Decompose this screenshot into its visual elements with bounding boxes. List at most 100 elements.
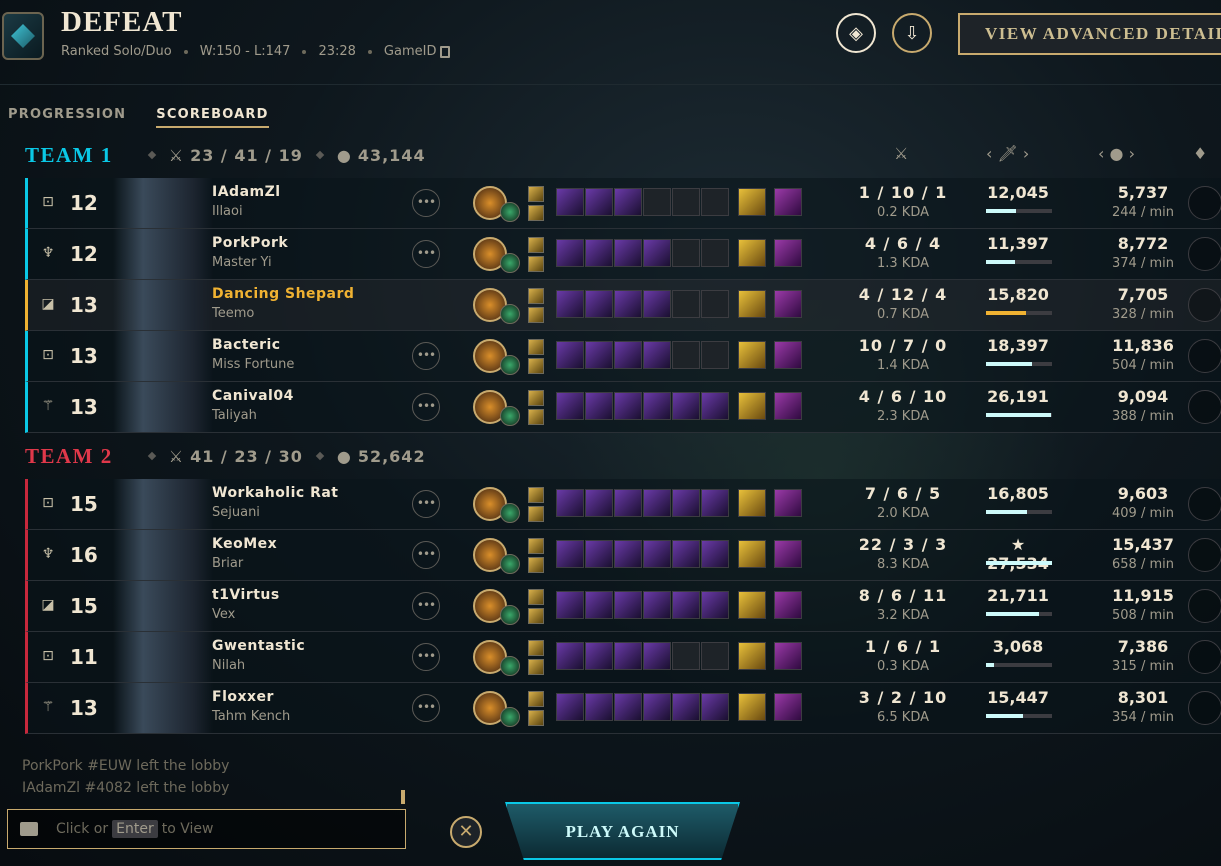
summoner-spell-icon[interactable] [528, 358, 544, 374]
game-id[interactable]: GameID [384, 44, 451, 59]
item-slot[interactable] [643, 489, 671, 517]
chevron-left-icon[interactable]: ‹ [986, 144, 992, 163]
item-slot[interactable] [614, 290, 642, 318]
summoner-name[interactable]: KeoMex [212, 536, 277, 552]
item-slot[interactable] [585, 341, 613, 369]
item-slot[interactable] [556, 693, 584, 721]
summoner-spell-icon[interactable] [528, 710, 544, 726]
view-advanced-details-button[interactable]: VIEW ADVANCED DETAILS [958, 13, 1221, 55]
item-slot[interactable] [672, 392, 700, 420]
item-slot[interactable] [643, 341, 671, 369]
item-slot[interactable] [643, 540, 671, 568]
summoner-spell-icon[interactable] [528, 205, 544, 221]
item-slot[interactable] [701, 341, 729, 369]
role-quest-item-icon[interactable] [774, 693, 802, 721]
item-slot[interactable] [556, 642, 584, 670]
role-quest-item-icon[interactable] [774, 290, 802, 318]
item-slot[interactable] [585, 693, 613, 721]
summoner-spell-icon[interactable] [528, 288, 544, 304]
item-slot[interactable] [614, 392, 642, 420]
chevron-right-icon[interactable]: › [1129, 144, 1135, 163]
more-options-button[interactable]: ••• [412, 342, 440, 370]
summoner-spell-icon[interactable] [528, 339, 544, 355]
trinket-icon[interactable] [738, 591, 766, 619]
item-slot[interactable] [585, 540, 613, 568]
secondary-rune-icon[interactable] [500, 554, 520, 574]
item-slot[interactable] [672, 591, 700, 619]
summoner-spell-icon[interactable] [528, 409, 544, 425]
item-slot[interactable] [614, 642, 642, 670]
item-slot[interactable] [556, 341, 584, 369]
secondary-rune-icon[interactable] [500, 707, 520, 727]
more-options-button[interactable]: ••• [412, 393, 440, 421]
summoner-spell-icon[interactable] [528, 307, 544, 323]
item-slot[interactable] [585, 392, 613, 420]
item-slot[interactable] [585, 489, 613, 517]
summoner-spell-icon[interactable] [528, 538, 544, 554]
item-slot[interactable] [672, 693, 700, 721]
honor-button[interactable] [1188, 339, 1221, 373]
item-slot[interactable] [672, 540, 700, 568]
summoner-spell-icon[interactable] [528, 557, 544, 573]
summoner-spell-icon[interactable] [528, 506, 544, 522]
item-slot[interactable] [672, 188, 700, 216]
item-slot[interactable] [643, 239, 671, 267]
item-slot[interactable] [614, 341, 642, 369]
tab-scoreboard[interactable]: SCOREBOARD [156, 107, 269, 128]
item-slot[interactable] [701, 188, 729, 216]
item-slot[interactable] [556, 540, 584, 568]
trinket-icon[interactable] [738, 392, 766, 420]
more-options-button[interactable]: ••• [412, 490, 440, 518]
item-slot[interactable] [556, 188, 584, 216]
secondary-rune-icon[interactable] [500, 202, 520, 222]
item-slot[interactable] [585, 642, 613, 670]
role-quest-item-icon[interactable] [774, 540, 802, 568]
item-slot[interactable] [614, 188, 642, 216]
role-quest-item-icon[interactable] [774, 489, 802, 517]
download-icon[interactable]: ⇩ [892, 13, 932, 53]
trinket-icon[interactable] [738, 290, 766, 318]
item-slot[interactable] [556, 290, 584, 318]
item-slot[interactable] [556, 489, 584, 517]
more-options-button[interactable]: ••• [412, 643, 440, 671]
chat-input[interactable]: Click or Enter to View [7, 809, 406, 849]
summoner-name[interactable]: Gwentastic [212, 638, 305, 654]
honor-button[interactable] [1188, 640, 1221, 674]
summoner-name[interactable]: Dancing Shepard [212, 286, 354, 302]
item-slot[interactable] [614, 239, 642, 267]
summoner-name[interactable]: Workaholic Rat [212, 485, 339, 501]
summoner-name[interactable]: t1Virtus [212, 587, 280, 603]
more-options-button[interactable]: ••• [412, 694, 440, 722]
item-slot[interactable] [701, 489, 729, 517]
item-slot[interactable] [643, 290, 671, 318]
item-slot[interactable] [701, 591, 729, 619]
honor-button[interactable] [1188, 538, 1221, 572]
summoner-name[interactable]: Floxxer [212, 689, 274, 705]
item-slot[interactable] [585, 188, 613, 216]
role-quest-item-icon[interactable] [774, 188, 802, 216]
trinket-icon[interactable] [738, 540, 766, 568]
honor-button[interactable] [1188, 237, 1221, 271]
trinket-icon[interactable] [738, 188, 766, 216]
honor-button[interactable] [1188, 487, 1221, 521]
role-quest-item-icon[interactable] [774, 341, 802, 369]
role-quest-item-icon[interactable] [774, 591, 802, 619]
honor-button[interactable] [1188, 691, 1221, 725]
copy-icon[interactable] [440, 45, 451, 58]
trinket-icon[interactable] [738, 341, 766, 369]
gold-column-selector[interactable]: ‹ ● › [1098, 144, 1135, 163]
summoner-spell-icon[interactable] [528, 640, 544, 656]
summoner-spell-icon[interactable] [528, 237, 544, 253]
item-slot[interactable] [701, 290, 729, 318]
tab-progression[interactable]: PROGRESSION [8, 107, 126, 128]
honor-button[interactable] [1188, 390, 1221, 424]
item-slot[interactable] [643, 591, 671, 619]
trinket-icon[interactable] [738, 239, 766, 267]
item-slot[interactable] [701, 540, 729, 568]
secondary-rune-icon[interactable] [500, 656, 520, 676]
summoner-spell-icon[interactable] [528, 390, 544, 406]
item-slot[interactable] [672, 489, 700, 517]
item-slot[interactable] [701, 693, 729, 721]
item-slot[interactable] [701, 392, 729, 420]
item-slot[interactable] [701, 239, 729, 267]
